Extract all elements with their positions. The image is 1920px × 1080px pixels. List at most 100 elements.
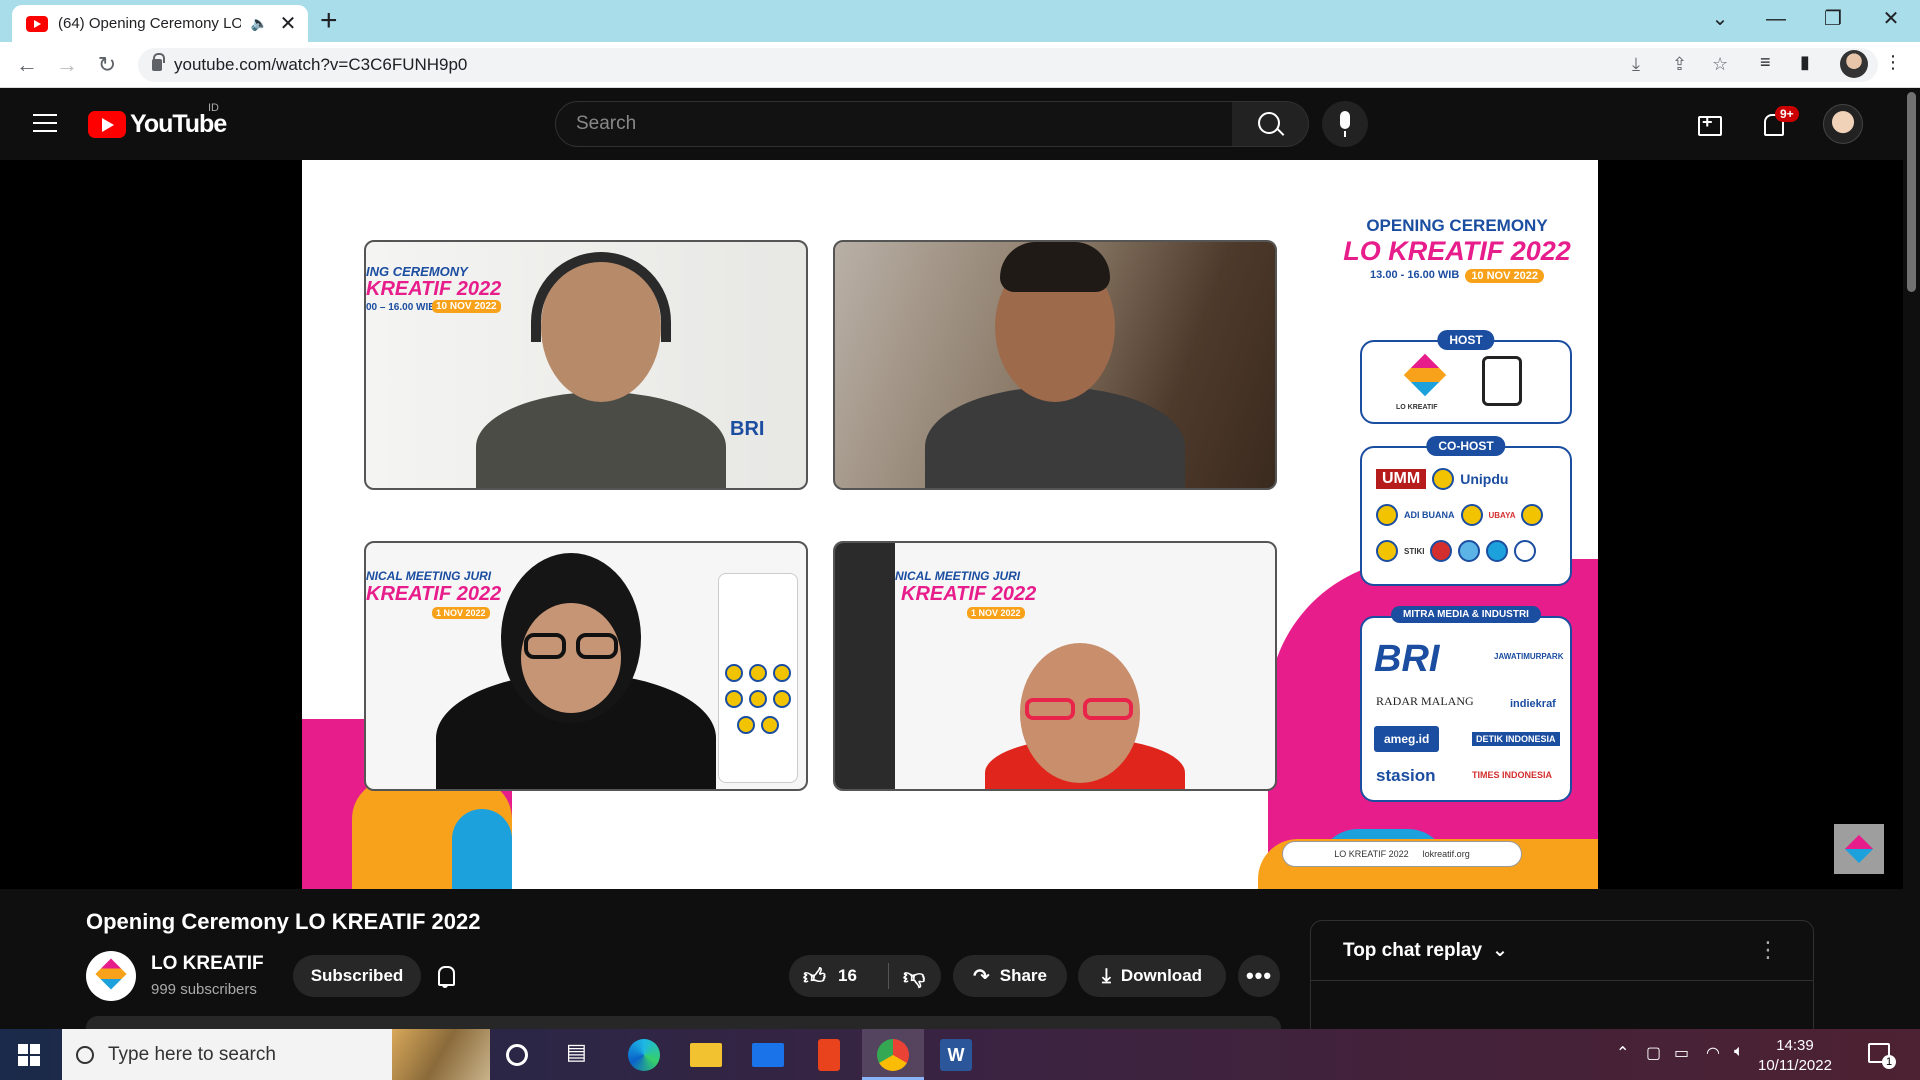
glasses-right — [576, 633, 618, 659]
social-handle: LO KREATIF 2022 — [1334, 849, 1409, 859]
search-box — [555, 101, 1233, 147]
taskbar-search-text[interactable]: Type here to search — [108, 1044, 276, 1066]
task-view-icon[interactable]: ▤ — [566, 1039, 598, 1071]
headphones-shape — [531, 252, 671, 342]
cortana-icon[interactable] — [506, 1044, 528, 1066]
meet-now-icon[interactable]: ▢ — [1646, 1043, 1661, 1063]
word-icon[interactable]: W — [940, 1039, 972, 1071]
mitra-label: MITRA MEDIA & INDUSTRI — [1391, 606, 1541, 623]
channel-name[interactable]: LO KREATIF — [151, 953, 264, 975]
event-time-row: 13.00 - 16.00 WIB 10 NOV 2022 — [1342, 269, 1572, 283]
side-panel-icon[interactable]: ▮ — [1800, 52, 1810, 73]
video-player[interactable]: ING CEREMONY KREATIF 2022 00 – 16.00 WIB… — [0, 160, 1903, 889]
participant-video-3: NICAL MEETING JURI KREATIF 2022 1 NOV 20… — [364, 541, 808, 791]
radar-malang-logo: RADAR MALANG — [1376, 694, 1474, 708]
tab-audio-icon[interactable]: 🔈 — [251, 15, 268, 32]
edge-browser-icon[interactable] — [628, 1039, 660, 1071]
close-window-button[interactable]: ✕ — [1871, 4, 1911, 34]
chevron-down-icon[interactable]: ⌄ — [1492, 939, 1508, 962]
scrollbar-thumb[interactable] — [1907, 92, 1916, 292]
windows-start-icon[interactable] — [18, 1044, 40, 1066]
lock-icon[interactable] — [152, 53, 165, 71]
office-icon[interactable] — [818, 1039, 840, 1071]
share-arrow-icon: ↷ — [972, 965, 990, 988]
search-button[interactable] — [1232, 101, 1309, 147]
wifi-icon[interactable]: ◠ — [1706, 1043, 1720, 1063]
chat-menu-icon[interactable]: ⋮ — [1757, 937, 1779, 963]
voice-search-mic-icon[interactable] — [1322, 101, 1368, 147]
notification-count: 1 — [1882, 1055, 1896, 1069]
chat-header[interactable]: Top chat replay ⌄ — [1311, 921, 1813, 981]
like-button[interactable]: 👍︎ 16 — [803, 963, 857, 990]
thumbs-down-icon[interactable]: 👎︎ — [903, 963, 925, 990]
file-explorer-icon[interactable] — [690, 1043, 722, 1067]
participant-video-2 — [833, 240, 1277, 490]
taskbar-search[interactable]: Type here to search — [62, 1029, 490, 1080]
hamburger-menu-icon[interactable] — [33, 114, 57, 132]
more-actions-button[interactable]: ••• — [1238, 955, 1280, 997]
video-frame[interactable]: ING CEREMONY KREATIF 2022 00 – 16.00 WIB… — [302, 160, 1598, 889]
share-button[interactable]: ↷ Share — [953, 955, 1067, 997]
url-text[interactable]: youtube.com/watch?v=C3C6FUNH9p0 — [174, 55, 467, 75]
minimize-button[interactable]: — — [1756, 4, 1796, 34]
media-control-icon[interactable]: ≡ — [1760, 52, 1771, 73]
cam4-banner-line2: KREATIF 2022 — [901, 583, 1037, 605]
volume-icon[interactable]: 🔈︎ — [1734, 1043, 1744, 1061]
channel-watermark-icon[interactable] — [1834, 824, 1884, 874]
bookmark-star-icon[interactable]: ☆ — [1712, 54, 1728, 75]
participant-video-1: ING CEREMONY KREATIF 2022 00 – 16.00 WIB… — [364, 240, 808, 490]
unipdu-seal-icon — [1432, 468, 1455, 490]
ameg-logo: ameg.id — [1374, 726, 1440, 752]
download-button[interactable]: ⤓ Download — [1078, 955, 1226, 997]
browser-toolbar: ← → ↻ youtube.com/watch?v=C3C6FUNH9p0 ⤓ … — [0, 42, 1920, 88]
page-scrollbar[interactable] — [1903, 88, 1920, 1029]
address-bar[interactable]: youtube.com/watch?v=C3C6FUNH9p0 — [138, 48, 1878, 82]
forward-arrow-icon[interactable]: → — [52, 50, 82, 80]
back-arrow-icon[interactable]: ← — [12, 50, 42, 80]
battery-icon[interactable]: ▭ — [1674, 1043, 1689, 1063]
description-box[interactable] — [86, 1016, 1281, 1030]
browser-tab[interactable]: (64) Opening Ceremony LO K 🔈 ✕ — [12, 5, 308, 42]
download-icon: ⤓ — [1101, 964, 1111, 987]
reload-icon[interactable]: ↻ — [92, 50, 122, 80]
show-hidden-icons-chevron-icon[interactable]: ⌃ — [1616, 1043, 1629, 1063]
seal-icon — [1514, 540, 1537, 562]
subscribed-button[interactable]: Subscribed — [293, 955, 421, 997]
account-avatar[interactable] — [1823, 104, 1863, 144]
notification-badge: 9+ — [1775, 106, 1799, 122]
subscriber-count: 999 subscribers — [151, 981, 257, 998]
create-video-icon[interactable] — [1696, 108, 1728, 140]
social-site: lokreatif.org — [1422, 849, 1470, 859]
seal-icon — [1458, 540, 1481, 562]
social-links-bar: LO KREATIF 2022 lokreatif.org — [1282, 841, 1522, 867]
browser-menu-icon[interactable]: ⋮ — [1884, 52, 1902, 73]
glasses-left — [524, 633, 566, 659]
youtube-logo[interactable]: YouTube ID — [88, 102, 227, 139]
search-input[interactable] — [556, 102, 1232, 146]
seal-icon — [1521, 504, 1544, 526]
channel-avatar[interactable] — [86, 951, 136, 1001]
action-center-icon[interactable]: 1 — [1868, 1043, 1896, 1069]
mail-icon[interactable] — [752, 1043, 784, 1067]
chat-mode-label[interactable]: Top chat replay — [1343, 940, 1482, 962]
like-dislike-group: 👍︎ 16 👎︎ — [789, 955, 941, 997]
tab-search-icon[interactable]: ⌄ — [1700, 4, 1740, 34]
tab-close-icon[interactable]: ✕ — [278, 11, 298, 36]
dark-strip — [835, 543, 895, 789]
system-clock[interactable]: 14:39 10/11/2022 — [1758, 1036, 1832, 1076]
browser-tabstrip: (64) Opening Ceremony LO K 🔈 ✕ + ⌄ — ❐ ✕ — [0, 0, 1920, 42]
cohost-box: CO-HOST UMM Unipdu ADI BUANA UBAYA STIKI — [1360, 436, 1572, 586]
stasion-logo: stasion — [1376, 766, 1436, 785]
restore-button[interactable]: ❐ — [1813, 4, 1853, 34]
install-icon[interactable]: ⤓ — [1632, 54, 1640, 75]
chrome-icon[interactable] — [877, 1039, 909, 1071]
seal-icon — [1430, 540, 1453, 562]
share-page-icon[interactable]: ⇪ — [1672, 54, 1687, 75]
host-logo-label: LO KREATIF — [1396, 404, 1438, 411]
browser-profile-avatar[interactable] — [1840, 50, 1868, 78]
channel-notification-bell-icon[interactable] — [433, 963, 459, 989]
youtube-favicon-icon — [26, 15, 48, 32]
cam1-banner-date: 10 NOV 2022 — [432, 300, 501, 313]
new-tab-button[interactable]: + — [320, 6, 338, 36]
host-label: HOST — [1437, 330, 1495, 350]
